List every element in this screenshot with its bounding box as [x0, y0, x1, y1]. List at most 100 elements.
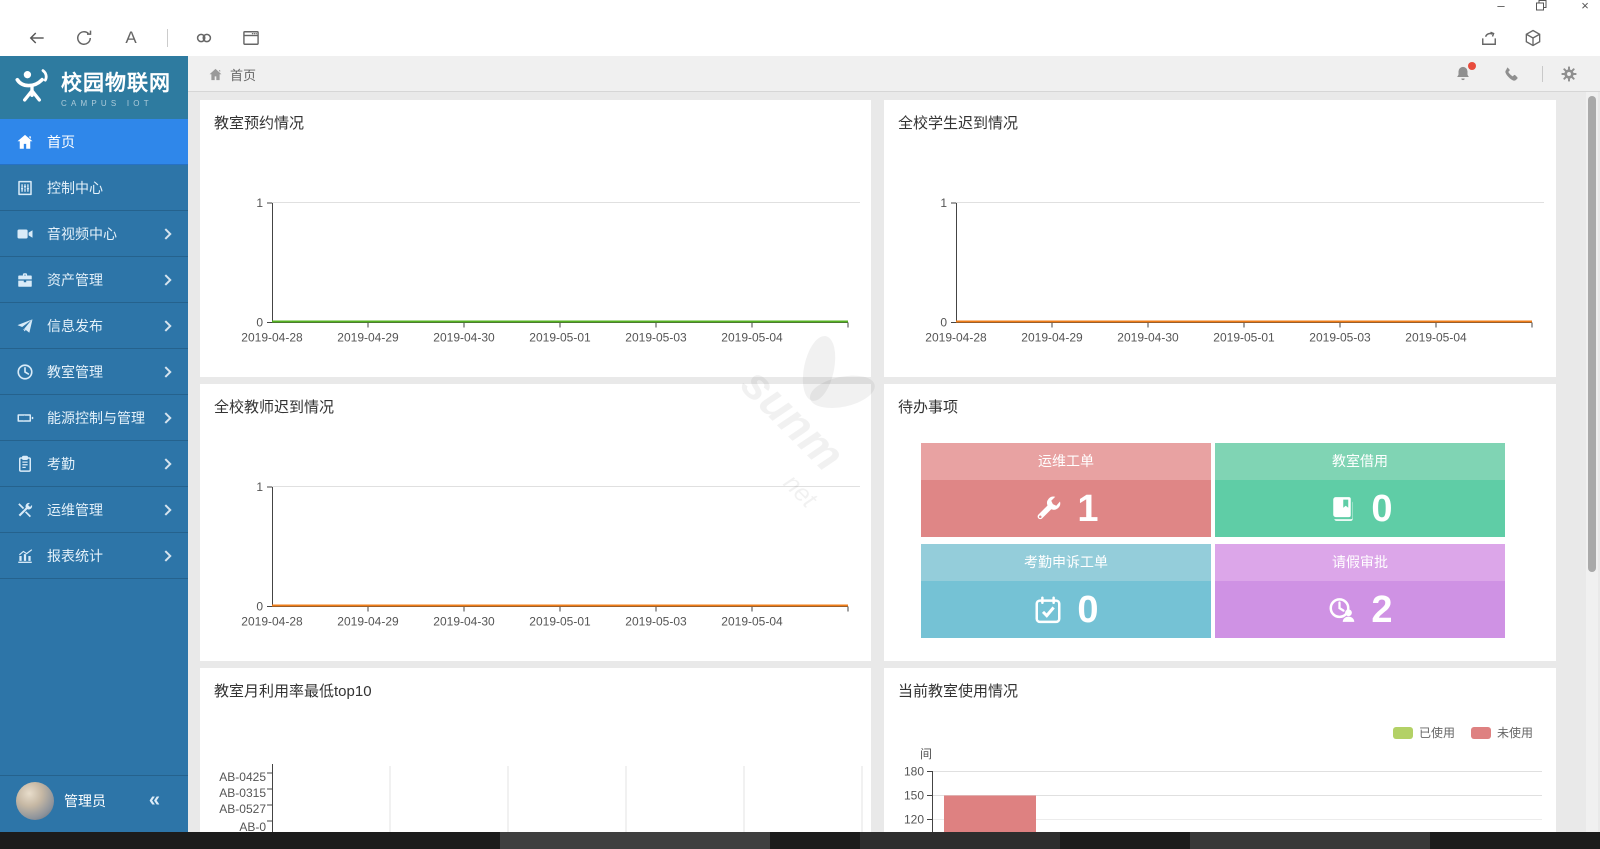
svg-text:0: 0 [256, 600, 263, 614]
gear-icon [1560, 65, 1578, 83]
sidebar-item-info-publish[interactable]: 信息发布 [0, 303, 188, 349]
window-restore-button[interactable] [1536, 0, 1550, 14]
sidebar-item-control-center[interactable]: 控制中心 [0, 165, 188, 211]
browser-toolbar: – × A [0, 0, 1600, 56]
clock-person-icon [1327, 595, 1357, 625]
panel-top10: 教室月利用率最低top10 AB-0425AB-0315AB-0527AB-0 [200, 668, 871, 832]
usage-chart: 间180150120 [884, 668, 1556, 832]
panel-todo: 待办事项 运维工单1教室借用0考勤申诉工单0请假审批2 [884, 384, 1556, 661]
toolbar-divider [167, 29, 168, 47]
todo-card-value: 2 [1371, 591, 1392, 629]
phone-button[interactable] [1502, 65, 1520, 83]
svg-text:2019-05-01: 2019-05-01 [1213, 331, 1275, 345]
window-close-button[interactable]: × [1578, 0, 1592, 14]
todo-card-value: 0 [1371, 490, 1392, 528]
sidebar-item-energy-management[interactable]: 能源控制与管理 [0, 395, 188, 441]
panel-usage: 当前教室使用情况 已使用未使用 间180150120 [884, 668, 1556, 832]
sidebar-collapse-button[interactable]: « [149, 789, 172, 812]
sidebar-item-label: 资产管理 [47, 270, 103, 290]
home-icon [16, 133, 34, 151]
app-logo: 校园物联网 CAMPUS IOT [0, 56, 188, 119]
top10-chart: AB-0425AB-0315AB-0527AB-0 [200, 668, 871, 832]
breadcrumb-label: 首页 [230, 65, 256, 84]
svg-text:2019-05-03: 2019-05-03 [625, 615, 687, 629]
svg-text:1: 1 [256, 480, 263, 494]
svg-text:2019-04-29: 2019-04-29 [337, 615, 399, 629]
calendar-check-icon [1033, 595, 1063, 625]
user-name: 管理员 [64, 791, 149, 811]
panel-title: 待办事项 [898, 396, 958, 417]
asset-icon [16, 271, 34, 289]
sidebar-item-classroom-management[interactable]: 教室管理 [0, 349, 188, 395]
sidebar-item-attendance[interactable]: 考勤 [0, 441, 188, 487]
todo-card-attendance-appeal[interactable]: 考勤申诉工单0 [921, 544, 1211, 638]
svg-text:2019-05-03: 2019-05-03 [1309, 331, 1371, 345]
todo-cards: 运维工单1教室借用0考勤申诉工单0请假审批2 [921, 443, 1505, 638]
svg-text:AB-0: AB-0 [239, 820, 266, 832]
browser-window-icon [241, 28, 261, 48]
share-button[interactable] [1478, 27, 1500, 49]
svg-text:0: 0 [256, 316, 263, 330]
sidebar-item-report-statistics[interactable]: 报表统计 [0, 533, 188, 579]
content-pane: 首页 [188, 56, 1600, 832]
svg-text:120: 120 [904, 813, 924, 827]
user-avatar[interactable] [16, 782, 54, 820]
todo-card-body: 1 [921, 480, 1211, 537]
panel-teacher-late: 全校教师迟到情况 102019-04-282019-04-292019-04-3… [200, 384, 871, 661]
sidebar-item-label: 考勤 [47, 454, 75, 474]
svg-text:2019-04-29: 2019-04-29 [337, 331, 399, 345]
window-panel-button[interactable] [240, 27, 262, 49]
chevron-right-icon [160, 274, 171, 285]
svg-text:2019-04-30: 2019-04-30 [1117, 331, 1179, 345]
svg-text:2019-04-28: 2019-04-28 [241, 331, 303, 345]
back-button[interactable] [26, 27, 48, 49]
svg-text:1: 1 [256, 196, 263, 210]
window-controls: – × [1494, 0, 1592, 14]
sidebar-item-asset-management[interactable]: 资产管理 [0, 257, 188, 303]
todo-card-body: 0 [1215, 480, 1505, 537]
refresh-button[interactable] [73, 27, 95, 49]
chevron-right-icon [160, 228, 171, 239]
link-icon [194, 28, 214, 48]
link-button[interactable] [193, 27, 215, 49]
sidebar-user-row: 管理员 « [0, 775, 188, 825]
sidebar-item-label: 首页 [47, 132, 75, 152]
sidebar: 校园物联网 CAMPUS IOT 首页控制中心音视频中心资产管理信息发布教室管理… [0, 56, 188, 832]
extensions-button[interactable] [1522, 27, 1544, 49]
todo-card-ops-ticket[interactable]: 运维工单1 [921, 443, 1211, 537]
breadcrumb[interactable]: 首页 [208, 56, 256, 92]
sidebar-item-label: 教室管理 [47, 362, 103, 382]
svg-text:2019-04-30: 2019-04-30 [433, 615, 495, 629]
panel-reservation: 教室预约情况 102019-04-282019-04-292019-04-302… [200, 100, 871, 377]
sidebar-item-label: 音视频中心 [47, 224, 117, 244]
scrollbar-thumb[interactable] [1588, 96, 1596, 572]
sidebar-item-label: 报表统计 [47, 546, 103, 566]
font-size-button[interactable]: A [120, 27, 142, 49]
av-icon [16, 225, 34, 243]
sidebar-item-ops-management[interactable]: 运维管理 [0, 487, 188, 533]
chevron-right-icon [160, 320, 171, 331]
todo-card-value: 0 [1077, 591, 1098, 629]
phone-icon [1502, 65, 1520, 83]
todo-card-body: 2 [1215, 581, 1505, 638]
logo-title: 校园物联网 [61, 67, 171, 97]
control-icon [16, 179, 34, 197]
toolbar-left-group: A [26, 27, 262, 49]
book-icon [1327, 494, 1357, 524]
sidebar-item-av-center[interactable]: 音视频中心 [0, 211, 188, 257]
settings-button[interactable] [1560, 65, 1578, 83]
window-minimize-button[interactable]: – [1494, 0, 1508, 14]
chevron-right-icon [160, 412, 171, 423]
todo-card-leave-approval[interactable]: 请假审批2 [1215, 544, 1505, 638]
svg-text:2019-04-29: 2019-04-29 [1021, 331, 1083, 345]
todo-card-classroom-borrow[interactable]: 教室借用0 [1215, 443, 1505, 537]
svg-text:2019-04-28: 2019-04-28 [925, 331, 987, 345]
home-icon [208, 67, 223, 82]
scrollbar-track [1586, 92, 1598, 832]
notifications-button[interactable] [1454, 65, 1472, 83]
share-icon [1479, 28, 1499, 48]
sidebar-item-label: 能源控制与管理 [47, 408, 145, 428]
energy-icon [16, 409, 34, 427]
refresh-icon [74, 28, 94, 48]
sidebar-item-home[interactable]: 首页 [0, 119, 188, 165]
